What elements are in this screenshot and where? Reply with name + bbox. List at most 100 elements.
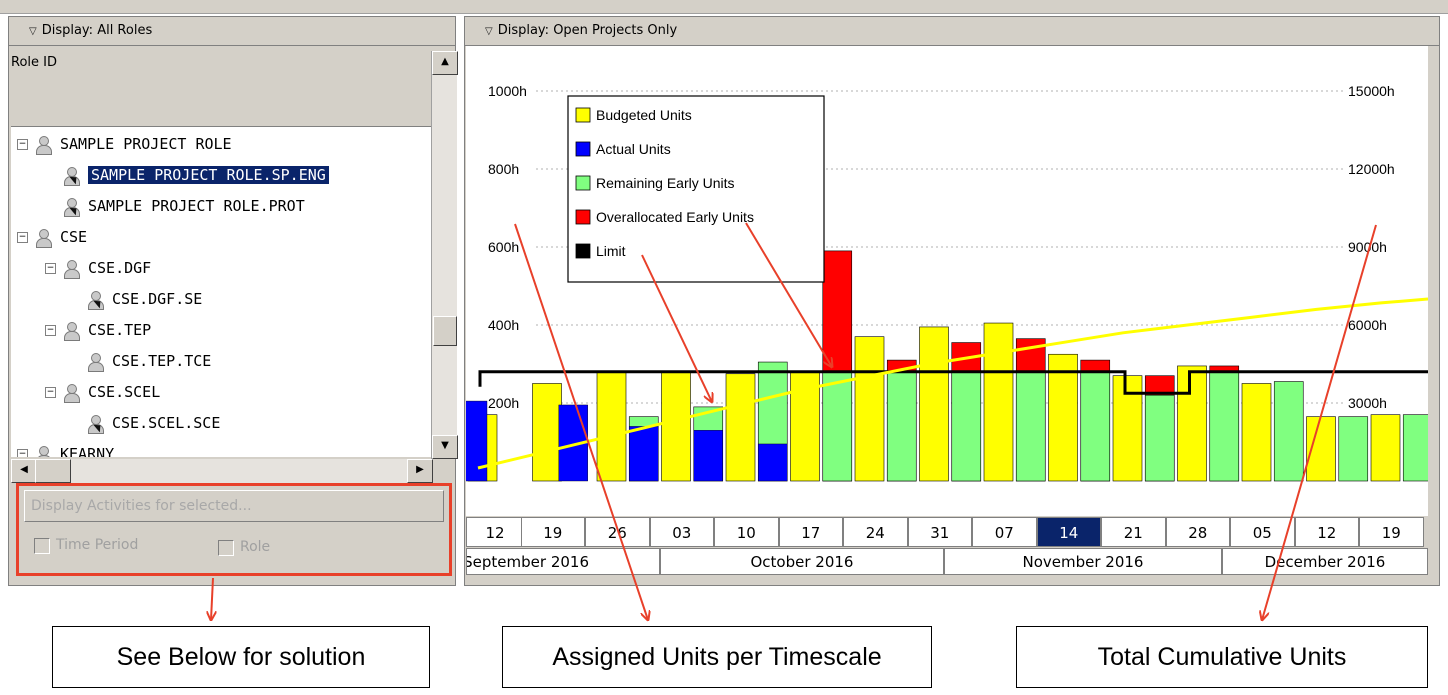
budgeted-bar bbox=[1306, 416, 1336, 482]
remaining-bar bbox=[1209, 371, 1240, 482]
collapse-icon[interactable]: − bbox=[17, 139, 28, 150]
y-right-tick-label: 3000h bbox=[1348, 395, 1387, 411]
week-label[interactable]: 10 bbox=[714, 517, 779, 547]
tree-item[interactable]: − CSE.TEP bbox=[45, 315, 151, 346]
collapse-icon[interactable]: − bbox=[17, 449, 28, 457]
roles-tree[interactable]: − SAMPLE PROJECT ROLE SAMPLE PROJECT ROLE.… bbox=[11, 127, 431, 457]
week-label[interactable]: 17 bbox=[778, 517, 843, 547]
y-left-tick-label: 800h bbox=[488, 161, 519, 177]
legend-swatch bbox=[575, 107, 591, 123]
tree-item[interactable]: − CSE.DGF bbox=[45, 253, 151, 284]
collapse-icon[interactable]: − bbox=[45, 263, 56, 274]
timescale[interactable]: 12 19 26 03 10 17 24 31 07 14 21 28 05 12 19 September … bbox=[466, 516, 1428, 576]
remaining-bar bbox=[1144, 394, 1175, 482]
tree-item-label: SAMPLE PROJECT ROLE bbox=[60, 135, 232, 153]
tree-item[interactable]: SAMPLE PROJECT ROLE.SP.ENG bbox=[45, 160, 329, 191]
tree-item-label: CSE.TEP.TCE bbox=[112, 352, 212, 370]
tree-item[interactable]: CSE.SCEL.SCE bbox=[69, 408, 220, 439]
tree-item[interactable]: − SAMPLE PROJECT ROLE bbox=[17, 129, 232, 160]
month-label: December 2016 bbox=[1222, 548, 1428, 575]
collapse-icon[interactable]: − bbox=[17, 232, 28, 243]
window-top-border bbox=[0, 0, 1448, 14]
budgeted-bar bbox=[1112, 375, 1143, 482]
budgeted-bar bbox=[1177, 365, 1207, 482]
week-label[interactable]: 26 bbox=[585, 517, 650, 547]
legend-swatch bbox=[575, 175, 591, 191]
week-label[interactable]: 19 bbox=[1359, 517, 1424, 547]
tree-item[interactable]: − CSE bbox=[17, 222, 87, 253]
legend-swatch bbox=[575, 141, 591, 157]
y-left-tick-label: 600h bbox=[488, 239, 519, 255]
role-assigned-icon bbox=[86, 290, 104, 310]
remaining-bar bbox=[886, 371, 917, 482]
month-label: October 2016 bbox=[660, 548, 944, 575]
collapse-icon[interactable]: − bbox=[45, 387, 56, 398]
week-label[interactable]: 31 bbox=[907, 517, 972, 547]
scroll-thumb[interactable] bbox=[433, 316, 457, 346]
role-icon bbox=[34, 135, 52, 155]
scroll-up-button[interactable]: ▲ bbox=[432, 51, 458, 75]
remaining-bar bbox=[1338, 416, 1369, 482]
budgeted-bar bbox=[661, 371, 691, 482]
week-label[interactable]: 21 bbox=[1101, 517, 1166, 547]
hscroll-thumb[interactable] bbox=[35, 459, 71, 483]
tree-item-label: CSE.SCEL bbox=[88, 383, 161, 401]
month-label: November 2016 bbox=[944, 548, 1222, 575]
role-icon bbox=[34, 228, 52, 248]
resource-histogram[interactable]: 200h 3000h 400h 6000h 600h 9000h 800h 12000h 100… bbox=[457, 46, 1448, 516]
tree-item-label: SAMPLE PROJECT ROLE.SP.ENG bbox=[88, 166, 329, 184]
tree-item[interactable]: − KEARNY bbox=[17, 439, 114, 457]
y-left-tick-label: 200h bbox=[488, 395, 519, 411]
roles-display-header[interactable]: ▽ Display: All Roles bbox=[9, 17, 455, 46]
role-id-header-label: Role ID bbox=[11, 55, 57, 70]
tree-item-label: SAMPLE PROJECT ROLE.PROT bbox=[88, 197, 305, 215]
chevron-down-icon: ▽ bbox=[485, 26, 493, 37]
y-right-tick-label: 12000h bbox=[1348, 161, 1395, 177]
legend-label: Overallocated Early Units bbox=[596, 209, 754, 225]
week-label[interactable]: 14 bbox=[1036, 517, 1101, 547]
y-left-tick-label: 400h bbox=[488, 317, 519, 333]
tree-item[interactable]: − CSE.SCEL bbox=[45, 377, 160, 408]
budgeted-bar bbox=[1241, 383, 1272, 482]
tree-item[interactable]: CSE.TEP.TCE bbox=[69, 346, 211, 377]
role-icon bbox=[62, 383, 80, 403]
week-label[interactable]: 24 bbox=[843, 517, 908, 547]
budgeted-bar bbox=[983, 322, 1014, 482]
vertical-scrollbar[interactable]: ▲ ▼ bbox=[431, 51, 458, 459]
week-label[interactable]: 12 bbox=[1294, 517, 1359, 547]
tree-item-label: CSE bbox=[60, 228, 88, 246]
chart-legend: Budgeted Units Actual Units Remaining Earl… bbox=[567, 95, 825, 283]
role-assigned-icon bbox=[86, 414, 104, 434]
actual-bar bbox=[457, 400, 488, 482]
histogram-svg: 200h 3000h 400h 6000h 600h 9000h 800h 12000h 100… bbox=[457, 83, 1448, 482]
tree-item-label: KEARNY bbox=[60, 445, 115, 457]
tree-item[interactable]: CSE.DGF.SE bbox=[69, 284, 202, 315]
legend-label: Budgeted Units bbox=[596, 107, 692, 123]
scroll-down-button[interactable]: ▼ bbox=[432, 435, 458, 459]
projects-display-header[interactable]: ▽ Display: Open Projects Only bbox=[465, 17, 1439, 46]
legend-label: Limit bbox=[596, 243, 626, 259]
actual-bar bbox=[629, 426, 659, 482]
week-label[interactable]: 07 bbox=[972, 517, 1037, 547]
collapse-icon[interactable]: − bbox=[45, 325, 56, 336]
scroll-right-button[interactable]: ▶ bbox=[407, 459, 433, 483]
week-label[interactable]: 28 bbox=[1165, 517, 1230, 547]
horizontal-scrollbar[interactable]: ◀ ▶ bbox=[11, 459, 433, 483]
role-icon bbox=[86, 352, 104, 372]
budgeted-bar bbox=[532, 383, 562, 482]
y-right-tick-label: 6000h bbox=[1348, 317, 1387, 333]
tree-item-label: CSE.DGF bbox=[88, 259, 152, 277]
budgeted-bar bbox=[1370, 414, 1401, 482]
y-right-tick-label: 9000h bbox=[1348, 239, 1387, 255]
week-label[interactable]: 12 bbox=[466, 517, 524, 547]
legend-swatch bbox=[575, 243, 591, 259]
chevron-down-icon: ▽ bbox=[29, 26, 37, 37]
scroll-left-button[interactable]: ◀ bbox=[11, 459, 37, 483]
week-label[interactable]: 03 bbox=[649, 517, 714, 547]
role-assigned-icon bbox=[62, 197, 80, 217]
remaining-bar bbox=[951, 371, 982, 482]
week-label[interactable]: 19 bbox=[520, 517, 585, 547]
week-label[interactable]: 05 bbox=[1230, 517, 1295, 547]
tree-item[interactable]: SAMPLE PROJECT ROLE.PROT bbox=[45, 191, 305, 222]
role-id-column-header[interactable]: Role ID bbox=[11, 49, 431, 127]
